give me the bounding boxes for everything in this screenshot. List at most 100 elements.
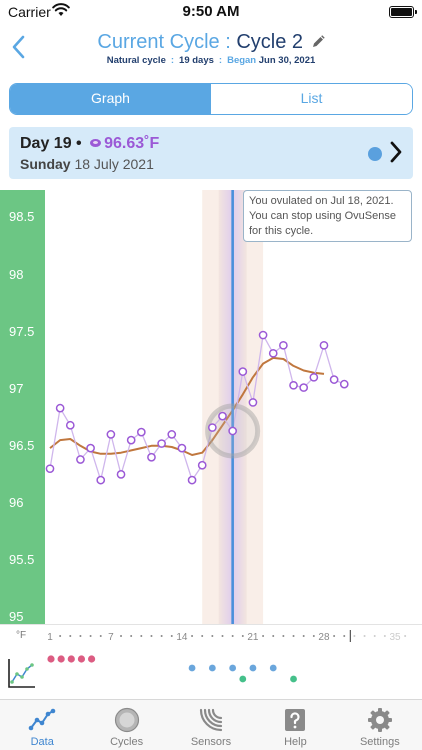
temperature-point xyxy=(319,340,329,350)
status-bar: Carrier 9:50 AM xyxy=(0,0,422,24)
x-tick-dot xyxy=(343,635,346,637)
temperature-point xyxy=(76,455,85,464)
temperature-point xyxy=(238,367,248,376)
temperature-point xyxy=(147,452,156,462)
x-tick-dot xyxy=(373,635,376,637)
x-tick-dot xyxy=(130,635,133,637)
began-label: Began xyxy=(227,55,257,66)
temperature-point xyxy=(45,464,55,474)
temperature-point xyxy=(177,443,187,453)
x-tick-label: 28 xyxy=(318,632,330,643)
events-row xyxy=(0,648,422,694)
sensor-marker xyxy=(208,664,216,672)
temperature-unit: ˚F xyxy=(144,135,160,152)
trend-line xyxy=(49,356,325,456)
event-marker xyxy=(290,675,297,683)
x-tick-dot xyxy=(59,635,62,637)
temperature-point xyxy=(268,348,278,358)
bullet-separator: • xyxy=(76,135,82,152)
x-tick-dot xyxy=(333,635,336,637)
x-axis: °F 1 7 14 21 28 35 xyxy=(0,624,422,646)
x-tick-dot xyxy=(312,635,315,637)
sensor-marker xyxy=(188,664,196,672)
tab-sensors[interactable]: Sensors xyxy=(169,700,253,750)
ovulation-tooltip: You ovulated on Jul 18, 2021. You can st… xyxy=(243,190,412,242)
x-tick-label: 1 xyxy=(47,632,53,643)
temperature-point xyxy=(116,470,126,479)
chart-plot[interactable] xyxy=(45,190,422,624)
tab-list[interactable]: List xyxy=(211,84,412,114)
temperature-point xyxy=(167,430,177,439)
title-prefix: Current Cycle xyxy=(97,31,220,53)
subtitle-separator: : xyxy=(170,55,175,66)
temperature-point xyxy=(86,443,95,453)
tab-graph[interactable]: Graph xyxy=(10,84,211,114)
temperature-point xyxy=(309,372,319,382)
y-tick-label: 98.5 xyxy=(9,209,35,225)
period-marker xyxy=(47,655,55,663)
temperature-point xyxy=(106,430,116,439)
x-tick-dot xyxy=(120,635,123,637)
y-tick-label: 95 xyxy=(9,609,24,625)
temperature-point xyxy=(65,420,75,430)
temperature-point xyxy=(289,380,298,390)
y-tick-label: 96.5 xyxy=(9,437,35,453)
x-tick-dot xyxy=(99,635,102,637)
x-tick-label: 21 xyxy=(247,632,259,643)
began-date: Jun 30, 2021 xyxy=(258,55,316,66)
temperature-point xyxy=(197,460,207,470)
period-marker xyxy=(87,655,96,663)
x-tick-dot xyxy=(170,635,173,637)
x-tick-dot xyxy=(69,635,72,637)
x-tick-dot xyxy=(140,635,143,637)
day-detail-banner[interactable]: Day 19 • 96.63˚F Sunday 18 July 2021 xyxy=(9,127,413,179)
tab-bar: Data Cycles Sensors Help Settings xyxy=(0,699,422,750)
y-axis: 98.5 98 97.5 97 96.5 96 95.5 95 xyxy=(0,190,45,624)
x-tick-dot xyxy=(241,635,244,637)
x-tick-dot xyxy=(272,635,275,637)
x-tick-dot xyxy=(302,635,305,637)
x-tick-dot xyxy=(231,635,234,637)
day-number: Day 19 xyxy=(20,135,72,152)
temperature-line xyxy=(49,333,345,483)
cycle-title[interactable]: Current Cycle : Cycle 2 xyxy=(0,31,422,54)
temperature-point xyxy=(208,423,217,432)
x-tick-dot xyxy=(201,635,204,637)
x-tick-dot xyxy=(150,635,153,637)
x-tick-dot xyxy=(383,635,386,637)
chevron-right-icon[interactable] xyxy=(389,140,403,164)
x-tick-dot xyxy=(363,635,366,637)
tab-cycles[interactable]: Cycles xyxy=(84,700,168,750)
sensor-marker xyxy=(229,664,237,672)
mini-chart-icon[interactable] xyxy=(8,658,36,688)
tab-settings[interactable]: Settings xyxy=(338,700,422,750)
temperature-point xyxy=(218,411,227,421)
clock: 9:50 AM xyxy=(182,3,240,20)
x-tick-dot xyxy=(292,635,295,637)
day-summary: Day 19 • 96.63˚F xyxy=(20,135,159,153)
settings-gear-icon xyxy=(367,708,392,732)
cycle-circle-icon xyxy=(114,707,139,733)
sensor-marker xyxy=(249,664,257,672)
temperature-point xyxy=(96,475,106,485)
x-tick-label: 7 xyxy=(108,632,114,643)
x-tick-dot xyxy=(160,635,163,637)
temperature-point xyxy=(228,426,237,436)
temperature-chart[interactable]: 98.5 98 97.5 97 96.5 96 95.5 95 xyxy=(0,190,422,624)
tab-label: Help xyxy=(284,736,307,748)
weekday: Sunday xyxy=(20,156,71,172)
tab-help[interactable]: Help xyxy=(253,700,337,750)
temperature-point xyxy=(339,379,349,389)
date-text: 18 July 2021 xyxy=(74,156,154,172)
sensor-waves-icon xyxy=(199,708,223,732)
tab-data[interactable]: Data xyxy=(0,700,84,750)
event-marker xyxy=(239,675,247,683)
cycle-subtitle: Natural cycle:19 days: Began Jun 30, 2021 xyxy=(0,55,422,66)
edit-pencil-icon[interactable] xyxy=(311,35,325,49)
title-cycle-name: Cycle 2 xyxy=(236,31,304,53)
y-tick-label: 97 xyxy=(9,380,24,396)
tab-label: Cycles xyxy=(110,736,144,748)
x-tick-dot xyxy=(221,635,224,637)
subtitle-separator: : xyxy=(218,55,223,66)
x-tick-dot xyxy=(79,635,82,637)
